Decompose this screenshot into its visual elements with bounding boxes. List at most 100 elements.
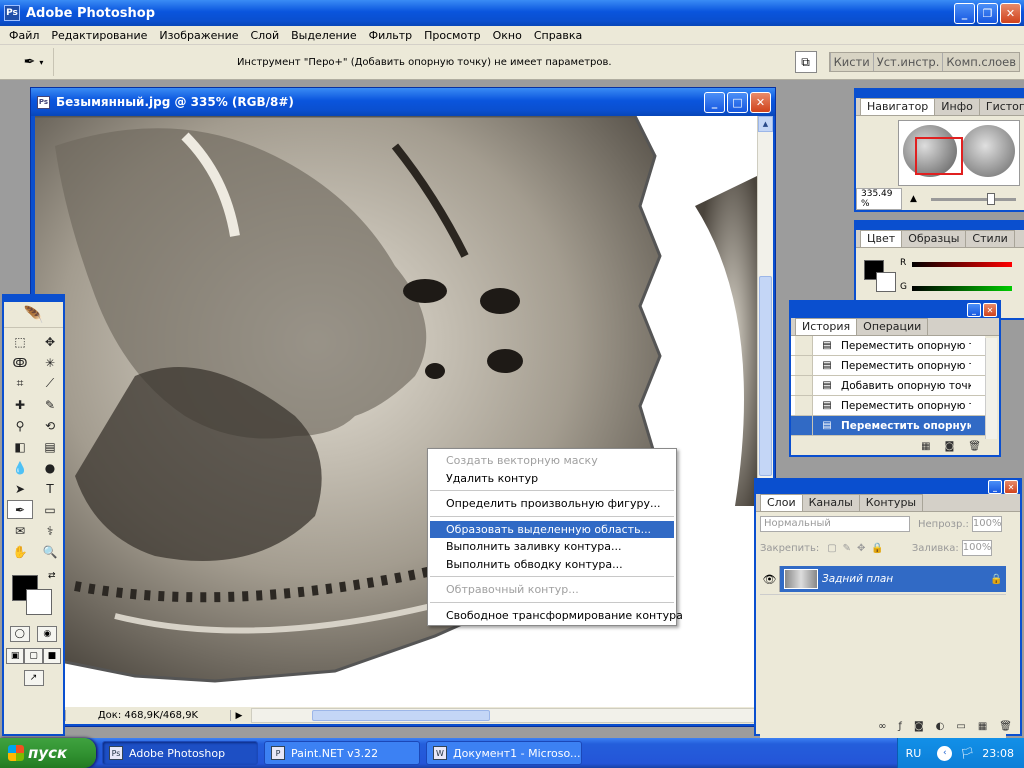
navigator-thumbnail[interactable] bbox=[898, 120, 1020, 186]
history-item[interactable]: ▤ Добавить опорную точку bbox=[791, 376, 985, 396]
rectangle-tool-icon[interactable]: ▭ bbox=[37, 500, 63, 519]
tab-info[interactable]: Инфо bbox=[934, 98, 980, 115]
color-background-swatch[interactable] bbox=[876, 272, 896, 292]
eye-icon[interactable]: 👁 bbox=[760, 566, 780, 592]
channel-g-slider[interactable] bbox=[912, 286, 1012, 291]
notes-tool-icon[interactable]: ✉ bbox=[7, 521, 33, 540]
adjustment-layer-icon[interactable]: ◐ bbox=[936, 721, 945, 732]
menu-file[interactable]: Файл bbox=[3, 29, 45, 42]
vertical-scroll-thumb[interactable] bbox=[759, 276, 772, 476]
menu-item-free-transform-path[interactable]: Свободное трансформирование контура bbox=[428, 607, 683, 625]
fill-field[interactable]: 100% bbox=[961, 540, 992, 556]
menu-window[interactable]: Окно bbox=[487, 29, 528, 42]
tab-navigator[interactable]: Навигатор bbox=[860, 98, 936, 115]
clone-stamp-icon[interactable]: ⚲ bbox=[7, 416, 33, 435]
layers-header[interactable]: _ ✕ bbox=[756, 480, 1020, 494]
full-screen-menu-icon[interactable]: ▢ bbox=[24, 648, 43, 664]
trash-icon[interactable]: 🗑 bbox=[968, 441, 981, 452]
layer-mask-icon[interactable]: ◙ bbox=[914, 721, 924, 732]
swap-colors-icon[interactable]: ⇄ bbox=[48, 571, 56, 581]
tab-actions[interactable]: Операции bbox=[856, 318, 929, 335]
slice-tool-icon[interactable]: ⟋ bbox=[37, 374, 63, 393]
palette-grip[interactable] bbox=[856, 90, 1024, 98]
channel-r-slider[interactable] bbox=[912, 262, 1012, 267]
healing-brush-icon[interactable]: ✚ bbox=[7, 395, 33, 414]
history-item[interactable]: ▤ Переместить опорную т... bbox=[791, 336, 985, 356]
navigator-zoom-field[interactable]: 335.49 % bbox=[856, 188, 902, 210]
menu-item-stroke-path[interactable]: Выполнить обводку контура... bbox=[428, 556, 676, 574]
dodge-tool-icon[interactable]: ● bbox=[37, 458, 63, 477]
menu-item-delete-path[interactable]: Удалить контур bbox=[428, 470, 676, 488]
tab-histogram[interactable]: Гистограмма bbox=[978, 98, 1024, 115]
tab-channels[interactable]: Каналы bbox=[801, 494, 860, 511]
doc-close-button[interactable]: ✕ bbox=[750, 91, 771, 113]
delete-layer-icon[interactable]: 🗑 bbox=[999, 721, 1012, 732]
history-minimize-button[interactable]: _ bbox=[967, 303, 981, 317]
link-icon[interactable]: ∞ bbox=[878, 721, 886, 732]
history-brush-icon[interactable]: ⟲ bbox=[37, 416, 63, 435]
history-item[interactable]: ▤ Переместить опорную т... bbox=[791, 356, 985, 376]
task-paintnet[interactable]: P Paint.NET v3.22 bbox=[264, 741, 420, 765]
screen-mode-icon[interactable]: ▣ bbox=[6, 648, 25, 664]
status-arrow-icon[interactable]: ▶ bbox=[231, 711, 247, 721]
pen-tool-icon[interactable]: ✒ bbox=[7, 500, 33, 519]
palette-grip[interactable] bbox=[856, 222, 1024, 230]
new-layer-icon[interactable]: ▦ bbox=[978, 721, 987, 732]
new-document-icon[interactable]: ▦ bbox=[921, 441, 930, 452]
history-item[interactable]: ▤ Переместить опорную т... bbox=[791, 396, 985, 416]
layers-close-button[interactable]: ✕ bbox=[1004, 480, 1018, 494]
history-scrollbar[interactable] bbox=[985, 338, 997, 439]
tray-flag-icon[interactable]: 🏳 bbox=[960, 747, 974, 760]
zoom-out-icon[interactable]: ▲ bbox=[910, 194, 917, 204]
layers-minimize-button[interactable]: _ bbox=[988, 480, 1002, 494]
palette-well-icon[interactable]: ⧉ bbox=[794, 51, 817, 73]
tray-arrow-icon[interactable]: ‹ bbox=[937, 745, 953, 761]
close-button[interactable]: ✕ bbox=[1000, 2, 1021, 24]
horizontal-scroll-thumb[interactable] bbox=[312, 710, 490, 721]
type-tool-icon[interactable]: T bbox=[37, 479, 63, 498]
horizontal-scrollbar[interactable] bbox=[251, 708, 773, 723]
history-header[interactable]: _ ✕ bbox=[791, 302, 999, 318]
eyedropper-icon[interactable]: ⚕ bbox=[37, 521, 63, 540]
menu-edit[interactable]: Редактирование bbox=[45, 29, 153, 42]
layer-row-background[interactable]: 👁 Задний план 🔒 bbox=[760, 566, 1006, 592]
well-tab-brushes[interactable]: Кисти bbox=[829, 53, 873, 71]
start-button[interactable]: пуск bbox=[0, 738, 96, 768]
menu-filter[interactable]: Фильтр bbox=[363, 29, 419, 42]
lock-options-icon[interactable]: ▢✎✥🔒 bbox=[827, 543, 890, 554]
magic-wand-icon[interactable]: ✳ bbox=[37, 353, 63, 372]
scroll-up-icon[interactable]: ▲ bbox=[758, 116, 773, 132]
menu-view[interactable]: Просмотр bbox=[418, 29, 486, 42]
menu-select[interactable]: Выделение bbox=[285, 29, 363, 42]
blur-tool-icon[interactable]: 💧 bbox=[7, 458, 33, 477]
tab-paths[interactable]: Контуры bbox=[858, 494, 924, 511]
crop-tool-icon[interactable]: ⌗ bbox=[7, 374, 33, 393]
menu-layer[interactable]: Слой bbox=[245, 29, 286, 42]
menu-image[interactable]: Изображение bbox=[153, 29, 244, 42]
lasso-tool-icon[interactable]: ↂ bbox=[7, 353, 33, 372]
eraser-tool-icon[interactable]: ◧ bbox=[7, 437, 33, 456]
path-selection-icon[interactable]: ➤ bbox=[7, 479, 33, 498]
snapshot-icon[interactable]: ◙ bbox=[945, 441, 955, 452]
zoom-slider[interactable] bbox=[930, 192, 1016, 205]
history-close-button[interactable]: ✕ bbox=[983, 303, 997, 317]
background-color[interactable] bbox=[26, 589, 52, 615]
move-tool-icon[interactable]: ✥ bbox=[37, 332, 63, 351]
task-word[interactable]: W Документ1 - Microso... bbox=[426, 741, 582, 765]
doc-minimize-button[interactable]: _ bbox=[704, 91, 725, 113]
minimize-button[interactable]: _ bbox=[954, 2, 975, 24]
jump-to-imageready-icon[interactable]: ↗ bbox=[23, 670, 44, 686]
quick-mask-icon[interactable]: ◉ bbox=[37, 626, 58, 642]
menu-item-define-custom-shape[interactable]: Определить произвольную фигуру... bbox=[428, 495, 676, 513]
zoom-tool-icon[interactable]: 🔍 bbox=[37, 542, 63, 561]
restore-button[interactable]: ❐ bbox=[977, 2, 998, 24]
view-box[interactable] bbox=[915, 137, 963, 175]
well-tab-tool-presets[interactable]: Уст.инстр. bbox=[872, 53, 943, 71]
tab-layers[interactable]: Слои bbox=[760, 494, 803, 511]
tool-preset-picker[interactable]: ✒ ▾ bbox=[14, 48, 54, 76]
tab-styles[interactable]: Стили bbox=[965, 230, 1015, 247]
new-group-icon[interactable]: ▭ bbox=[956, 721, 965, 732]
hand-tool-icon[interactable]: ✋ bbox=[7, 542, 33, 561]
history-item-current[interactable]: ▤Переместить опорную... bbox=[791, 416, 985, 436]
menu-help[interactable]: Справка bbox=[528, 29, 588, 42]
